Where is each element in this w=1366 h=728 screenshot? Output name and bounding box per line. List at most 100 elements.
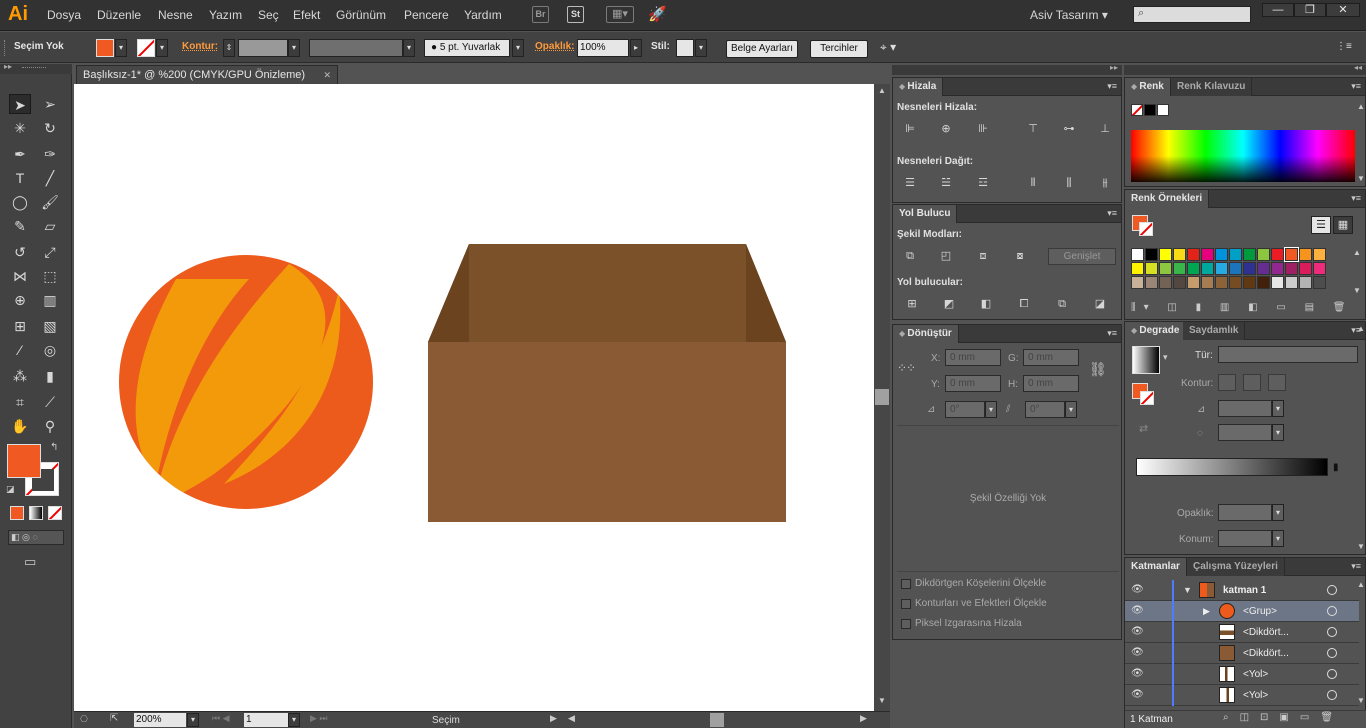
collapse-dock-icon[interactable]: ◂◂ [1354,63,1362,72]
status-mode[interactable]: Seçim [432,715,460,726]
color-swatch[interactable] [1313,262,1326,275]
pencil-tool-icon[interactable]: ✎ [9,216,31,236]
curvature-tool-icon[interactable]: ✑ [39,144,61,164]
artboard-canvas[interactable] [74,84,874,711]
menu-window[interactable]: Pencere [404,8,449,22]
zoom-field[interactable]: 200% [134,713,186,727]
pixel-grid-checkbox[interactable] [901,619,911,629]
tab-artboards[interactable]: Çalışma Yüzeyleri [1187,558,1285,576]
tab-transparency[interactable]: Saydamlık [1183,322,1246,340]
panel-menu-icon[interactable]: ▾≡ [1107,208,1117,219]
delete-stop-icon[interactable]: ▮ [1333,462,1339,473]
color-swatch[interactable] [1257,276,1270,289]
color-swatch[interactable] [1159,276,1172,289]
distribute-bottom-icon[interactable]: ☲ [976,176,990,190]
preferences-button[interactable]: Tercihler [810,40,868,58]
reference-point-icon[interactable]: ⁘⁘ [897,361,916,375]
first-artboard-icon[interactable]: ⏮ ◀ [212,713,230,724]
color-swatch[interactable] [1271,262,1284,275]
align-hcenter-icon[interactable]: ⊕ [939,122,953,136]
scroll-up-icon[interactable]: ▲ [1355,580,1366,592]
distribute-right-icon[interactable]: ⫵ [1098,176,1112,190]
graph-tool-icon[interactable]: ▮ [39,366,61,386]
chevron-down-icon[interactable]: ▼ [1183,585,1192,595]
target-icon[interactable] [1327,669,1337,679]
cardboard-box[interactable] [428,244,786,522]
minus-front-icon[interactable]: ◰ [939,249,953,263]
tab-color[interactable]: ◆ Renk [1125,78,1171,96]
beach-ball[interactable] [119,255,373,509]
reverse-gradient-icon[interactable]: ⇄ [1139,422,1148,435]
width-tool-icon[interactable]: ⋈ [9,266,31,286]
hand-tool-icon[interactable]: ✋ [9,416,31,436]
grid-view-icon[interactable]: ▦ [1333,216,1353,234]
scroll-down-icon[interactable]: ▼ [1355,542,1366,554]
type-select[interactable] [1218,346,1358,363]
stroke-weight-stepper[interactable]: ⇕ [223,39,235,57]
width-field[interactable]: 0 mm [1023,349,1079,366]
tab-pathfinder[interactable]: Yol Bulucu [893,205,958,223]
panel-menu-icon[interactable]: ▾≡ [1351,193,1361,204]
scroll-thumb[interactable] [875,389,889,405]
shear-field[interactable]: 0° [1025,401,1065,418]
slice-tool-icon[interactable]: ⟋ [39,392,61,412]
menu-object[interactable]: Nesne [158,8,193,22]
layer-row[interactable]: 👁 <Yol> [1125,664,1359,685]
menu-file[interactable]: Dosya [47,8,81,22]
color-swatch[interactable] [1271,248,1284,261]
color-swatch[interactable] [1215,276,1228,289]
y-field[interactable]: 0 mm [945,375,1001,392]
stroke-label[interactable]: Kontur: [182,41,218,52]
stroke-along-icon[interactable] [1243,374,1261,391]
stop-location-field[interactable] [1218,530,1272,547]
color-swatch[interactable] [1159,262,1172,275]
menu-edit[interactable]: Düzenle [97,8,141,22]
stop-opacity-dropdown[interactable]: ▾ [1272,504,1284,521]
hscroll-thumb[interactable] [710,713,724,727]
line-tool-icon[interactable]: ╱ [39,168,61,188]
mesh-tool-icon[interactable]: ⊞ [9,316,31,336]
color-swatch[interactable] [1229,248,1242,261]
menu-effect[interactable]: Efekt [293,8,320,22]
scroll-up-icon[interactable]: ▲ [1355,102,1366,114]
color-swatch[interactable] [1243,276,1256,289]
gradient-mode-icon[interactable] [29,506,43,520]
scroll-down-icon[interactable]: ▼ [1355,696,1366,708]
color-swatch[interactable] [1173,248,1186,261]
lasso-tool-icon[interactable]: ↻ [39,118,61,138]
target-icon[interactable] [1327,690,1337,700]
target-icon[interactable] [1327,648,1337,658]
shape-builder-tool-icon[interactable]: ⊕ [9,290,31,310]
none-mode-icon[interactable] [48,506,62,520]
color-swatch[interactable] [1173,262,1186,275]
collapse-icon[interactable]: ▸▸ [4,62,12,71]
magic-wand-tool-icon[interactable]: ✳ [9,118,31,138]
search-input[interactable]: ⌕ [1133,6,1251,23]
tab-layers[interactable]: Katmanlar [1125,558,1187,576]
stop-location-dropdown[interactable]: ▾ [1272,530,1284,547]
scale-corners-checkbox[interactable] [901,579,911,589]
color-swatch[interactable] [1159,248,1172,261]
pen-tool-icon[interactable]: ✒ [9,144,31,164]
intersect-icon[interactable]: ⧈ [976,249,990,263]
eye-icon[interactable]: 👁 [1131,647,1144,658]
color-swatch[interactable] [1131,276,1144,289]
shear-dropdown[interactable]: ▾ [1065,401,1077,418]
menu-help[interactable]: Yardım [464,8,502,22]
tab-align[interactable]: ◆ Hizala [893,78,944,96]
angle-dropdown[interactable]: ▾ [1272,400,1284,417]
hscroll-left-icon[interactable]: ◀ [568,713,575,724]
stroke-within-icon[interactable] [1218,374,1236,391]
aspect-field[interactable] [1218,424,1272,441]
distribute-top-icon[interactable]: ☰ [903,176,917,190]
color-swatch[interactable] [1271,276,1284,289]
color-swatch[interactable] [1313,248,1326,261]
color-swatch[interactable] [1243,248,1256,261]
menu-type[interactable]: Yazım [209,8,242,22]
menu-select[interactable]: Seç [258,8,279,22]
color-swatch[interactable] [1187,276,1200,289]
bridge-icon[interactable]: Br [532,6,549,23]
stock-icon[interactable]: St [567,6,584,23]
paintbrush-tool-icon[interactable]: 🖌 [39,192,61,212]
crop-icon[interactable]: ⧠ [1017,297,1031,311]
